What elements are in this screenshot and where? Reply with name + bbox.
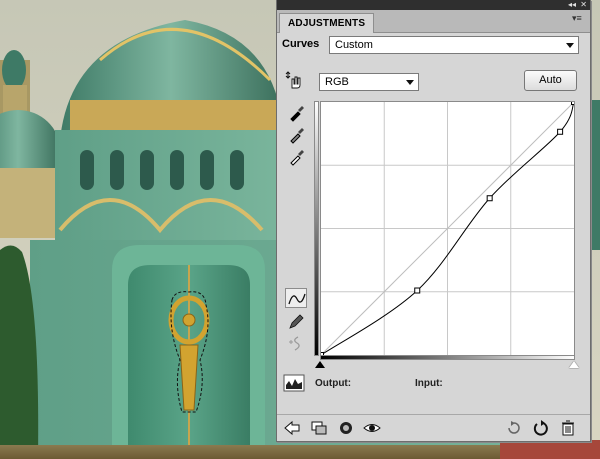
- hand-arrows-icon: [285, 71, 301, 89]
- view-previous-icon: [340, 422, 352, 434]
- clipping-warning-icon[interactable]: [283, 374, 305, 392]
- eyedropper-white-icon: [290, 150, 304, 166]
- eyedropper-black-icon: [290, 106, 304, 122]
- curve-point-3[interactable]: [557, 128, 564, 135]
- close-panel-icon[interactable]: ✕: [580, 0, 587, 10]
- preset-dropdown-value: Custom: [335, 39, 373, 51]
- clip-to-layer-icon: [311, 421, 327, 435]
- white-point-slider[interactable]: [569, 361, 579, 368]
- curve-point-2[interactable]: [486, 195, 493, 202]
- curve-point-1[interactable]: [414, 287, 421, 294]
- delete-icon: [562, 420, 574, 436]
- output-readout: Output:: [315, 378, 351, 389]
- panel-footer: [277, 414, 590, 441]
- reset-button[interactable]: [532, 420, 550, 436]
- gray-point-eyedropper[interactable]: [285, 124, 307, 144]
- panel-tab-row: ADJUSTMENTS: [277, 10, 590, 33]
- back-to-list-button[interactable]: [283, 420, 301, 436]
- tab-adjustments[interactable]: ADJUSTMENTS: [279, 13, 375, 33]
- pencil-icon: [289, 314, 304, 329]
- view-previous-state-button[interactable]: [337, 420, 355, 436]
- clip-to-layer-button[interactable]: [310, 420, 328, 436]
- chevron-down-icon: [406, 80, 414, 85]
- black-point-slider[interactable]: [315, 361, 325, 368]
- reset-icon: [533, 420, 548, 436]
- collapse-panel-icon[interactable]: ◂◂: [568, 0, 576, 10]
- white-point-eyedropper[interactable]: [285, 146, 307, 166]
- previous-state-button[interactable]: [505, 420, 523, 436]
- chevron-down-icon: [566, 43, 574, 48]
- curves-graph[interactable]: [320, 101, 575, 356]
- output-label: Output:: [315, 378, 352, 389]
- smooth-curve-tool[interactable]: [285, 333, 307, 353]
- curve-points-tool[interactable]: [285, 288, 307, 308]
- output-gradient-bar: [314, 101, 319, 356]
- channel-dropdown-value: RGB: [325, 76, 349, 88]
- preset-dropdown[interactable]: Custom: [329, 36, 579, 54]
- adjustments-panel: ◂◂ ✕ ADJUSTMENTS ▾≡ Curves Custom RGB Au…: [276, 0, 591, 442]
- pencil-draw-tool[interactable]: [285, 311, 307, 331]
- input-readout: Input:: [415, 378, 443, 389]
- channel-dropdown[interactable]: RGB: [319, 73, 419, 91]
- adjustment-type-label: Curves: [282, 38, 320, 50]
- black-point-eyedropper[interactable]: [285, 102, 307, 122]
- curve-point-4[interactable]: [571, 102, 575, 105]
- toggle-visibility-button[interactable]: [363, 420, 381, 436]
- input-label: Input:: [415, 378, 443, 389]
- panel-title-bar: ◂◂ ✕: [277, 0, 590, 10]
- visibility-eye-icon: [363, 424, 381, 432]
- smooth-icon: [289, 336, 300, 351]
- previous-state-icon: [508, 421, 520, 434]
- curve-icon: [288, 293, 306, 305]
- panel-menu-icon[interactable]: ▾≡: [572, 13, 586, 23]
- on-image-adjust-tool[interactable]: [285, 70, 307, 90]
- back-to-list-icon: [284, 420, 300, 436]
- input-gradient-bar: [320, 355, 575, 360]
- curve-plot[interactable]: [321, 102, 574, 355]
- delete-adjustment-button[interactable]: [559, 420, 577, 436]
- eyedropper-gray-icon: [290, 128, 304, 144]
- auto-button[interactable]: Auto: [524, 70, 577, 91]
